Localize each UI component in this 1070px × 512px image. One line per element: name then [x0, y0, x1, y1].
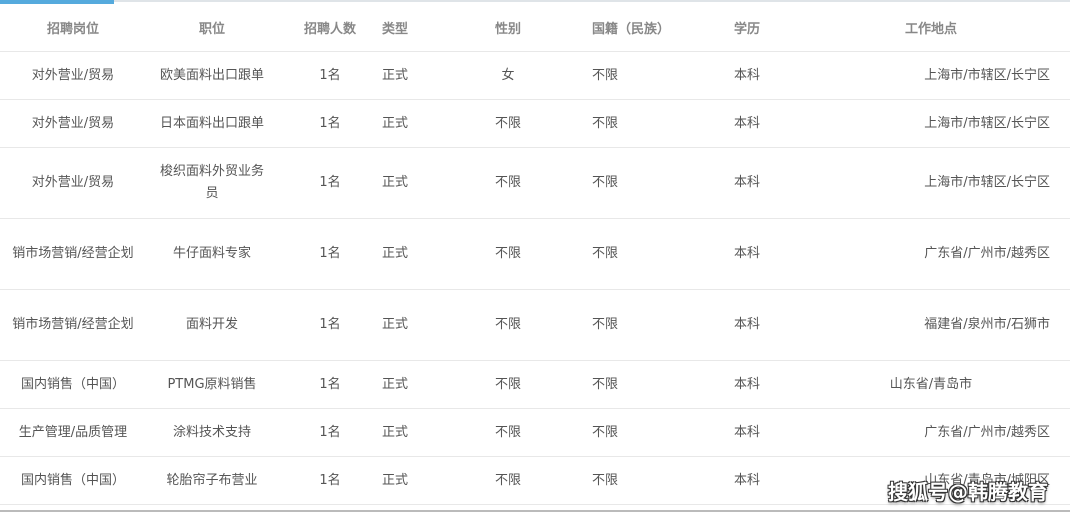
cell-type: 正式 [382, 289, 424, 361]
cell-work-location: 福建省/泉州市/石狮市 [792, 289, 1070, 361]
table-header-row: 招聘岗位 职位 招聘人数 类型 性别 国籍（民族） 学历 工作地点 [0, 4, 1070, 52]
cell-gender: 不限 [424, 456, 592, 505]
table-row[interactable]: 对外营业/贸易 梭织面料外贸业务员 1名 正式 不限 不限 本科 上海市/市辖区… [0, 147, 1070, 219]
cell-type: 正式 [382, 456, 424, 505]
cell-type: 正式 [382, 218, 424, 290]
job-listing-table: 招聘岗位 职位 招聘人数 类型 性别 国籍（民族） 学历 工作地点 对外营业/贸… [0, 4, 1070, 505]
cell-type: 正式 [382, 408, 424, 457]
cell-post-category: 销市场营销/经营企划 [0, 289, 146, 361]
cell-gender: 女 [424, 51, 592, 100]
cell-gender: 不限 [424, 218, 592, 290]
watermark: 搜狐号@韩腾教育 [888, 480, 1048, 504]
cell-position: 面料开发 [146, 289, 278, 361]
cell-nationality: 不限 [592, 456, 702, 505]
cell-post-category: 国内销售（中国） [0, 360, 146, 409]
cell-education: 本科 [702, 147, 792, 219]
cell-education: 本科 [702, 51, 792, 100]
cell-post-category: 对外营业/贸易 [0, 51, 146, 100]
cell-post-category: 对外营业/贸易 [0, 99, 146, 148]
header-position: 职位 [146, 4, 278, 52]
cell-education: 本科 [702, 99, 792, 148]
cell-post-category: 对外营业/贸易 [0, 147, 146, 219]
cell-position: 欧美面料出口跟单 [146, 51, 278, 100]
cell-type: 正式 [382, 99, 424, 148]
cell-position: 日本面料出口跟单 [146, 99, 278, 148]
header-post-category: 招聘岗位 [0, 4, 146, 52]
table-row[interactable]: 国内销售（中国） PTMG原料销售 1名 正式 不限 不限 本科 山东省/青岛市 [0, 360, 1070, 409]
cell-nationality: 不限 [592, 408, 702, 457]
cell-headcount: 1名 [278, 99, 382, 148]
cell-gender: 不限 [424, 289, 592, 361]
header-nationality: 国籍（民族） [592, 4, 702, 52]
cell-education: 本科 [702, 289, 792, 361]
cell-nationality: 不限 [592, 147, 702, 219]
cell-position-text: 梭织面料外贸业务员 [159, 164, 264, 201]
cell-position: 涂料技术支持 [146, 408, 278, 457]
cell-nationality: 不限 [592, 51, 702, 100]
header-work-location: 工作地点 [792, 4, 1070, 52]
cell-position: 梭织面料外贸业务员 [146, 147, 278, 219]
table-row[interactable]: 销市场营销/经营企划 牛仔面料专家 1名 正式 不限 不限 本科 广东省/广州市… [0, 218, 1070, 290]
header-type: 类型 [382, 4, 424, 52]
cell-headcount: 1名 [278, 408, 382, 457]
cell-headcount: 1名 [278, 51, 382, 100]
cell-post-category-text: 销市场营销/经营企划 [12, 246, 134, 261]
table-row[interactable]: 销市场营销/经营企划 面料开发 1名 正式 不限 不限 本科 福建省/泉州市/石… [0, 289, 1070, 361]
header-education: 学历 [702, 4, 792, 52]
cell-position: 轮胎帘子布营业 [146, 456, 278, 505]
table-row[interactable]: 对外营业/贸易 日本面料出口跟单 1名 正式 不限 不限 本科 上海市/市辖区/… [0, 99, 1070, 148]
table-row[interactable]: 生产管理/品质管理 涂料技术支持 1名 正式 不限 不限 本科 广东省/广州市/… [0, 408, 1070, 457]
cell-work-location: 上海市/市辖区/长宁区 [792, 51, 1070, 100]
table-row[interactable]: 对外营业/贸易 欧美面料出口跟单 1名 正式 女 不限 本科 上海市/市辖区/长… [0, 51, 1070, 100]
cell-gender: 不限 [424, 99, 592, 148]
cell-nationality: 不限 [592, 218, 702, 290]
cell-type: 正式 [382, 51, 424, 100]
cell-work-location: 广东省/广州市/越秀区 [792, 218, 1070, 290]
cell-post-category: 生产管理/品质管理 [0, 408, 146, 457]
cell-education: 本科 [702, 218, 792, 290]
cell-work-location: 上海市/市辖区/长宁区 [792, 147, 1070, 219]
header-gender: 性别 [424, 4, 592, 52]
cell-headcount: 1名 [278, 360, 382, 409]
header-headcount: 招聘人数 [278, 4, 382, 52]
cell-position: PTMG原料销售 [146, 360, 278, 409]
cell-education: 本科 [702, 360, 792, 409]
cell-headcount: 1名 [278, 456, 382, 505]
cell-work-location: 广东省/广州市/越秀区 [792, 408, 1070, 457]
cell-post-category: 销市场营销/经营企划 [0, 218, 146, 290]
cell-headcount: 1名 [278, 218, 382, 290]
cell-education: 本科 [702, 408, 792, 457]
cell-post-category: 国内销售（中国） [0, 456, 146, 505]
cell-work-location: 山东省/青岛市 [792, 360, 1070, 409]
cell-nationality: 不限 [592, 99, 702, 148]
cell-headcount: 1名 [278, 147, 382, 219]
cell-headcount: 1名 [278, 289, 382, 361]
cell-position: 牛仔面料专家 [146, 218, 278, 290]
top-border [0, 0, 1070, 2]
cell-post-category-text: 销市场营销/经营企划 [12, 317, 134, 332]
cell-nationality: 不限 [592, 289, 702, 361]
cell-nationality: 不限 [592, 360, 702, 409]
cell-gender: 不限 [424, 147, 592, 219]
cell-gender: 不限 [424, 408, 592, 457]
cell-type: 正式 [382, 360, 424, 409]
cell-gender: 不限 [424, 360, 592, 409]
cell-work-location: 上海市/市辖区/长宁区 [792, 99, 1070, 148]
cell-type: 正式 [382, 147, 424, 219]
cell-education: 本科 [702, 456, 792, 505]
